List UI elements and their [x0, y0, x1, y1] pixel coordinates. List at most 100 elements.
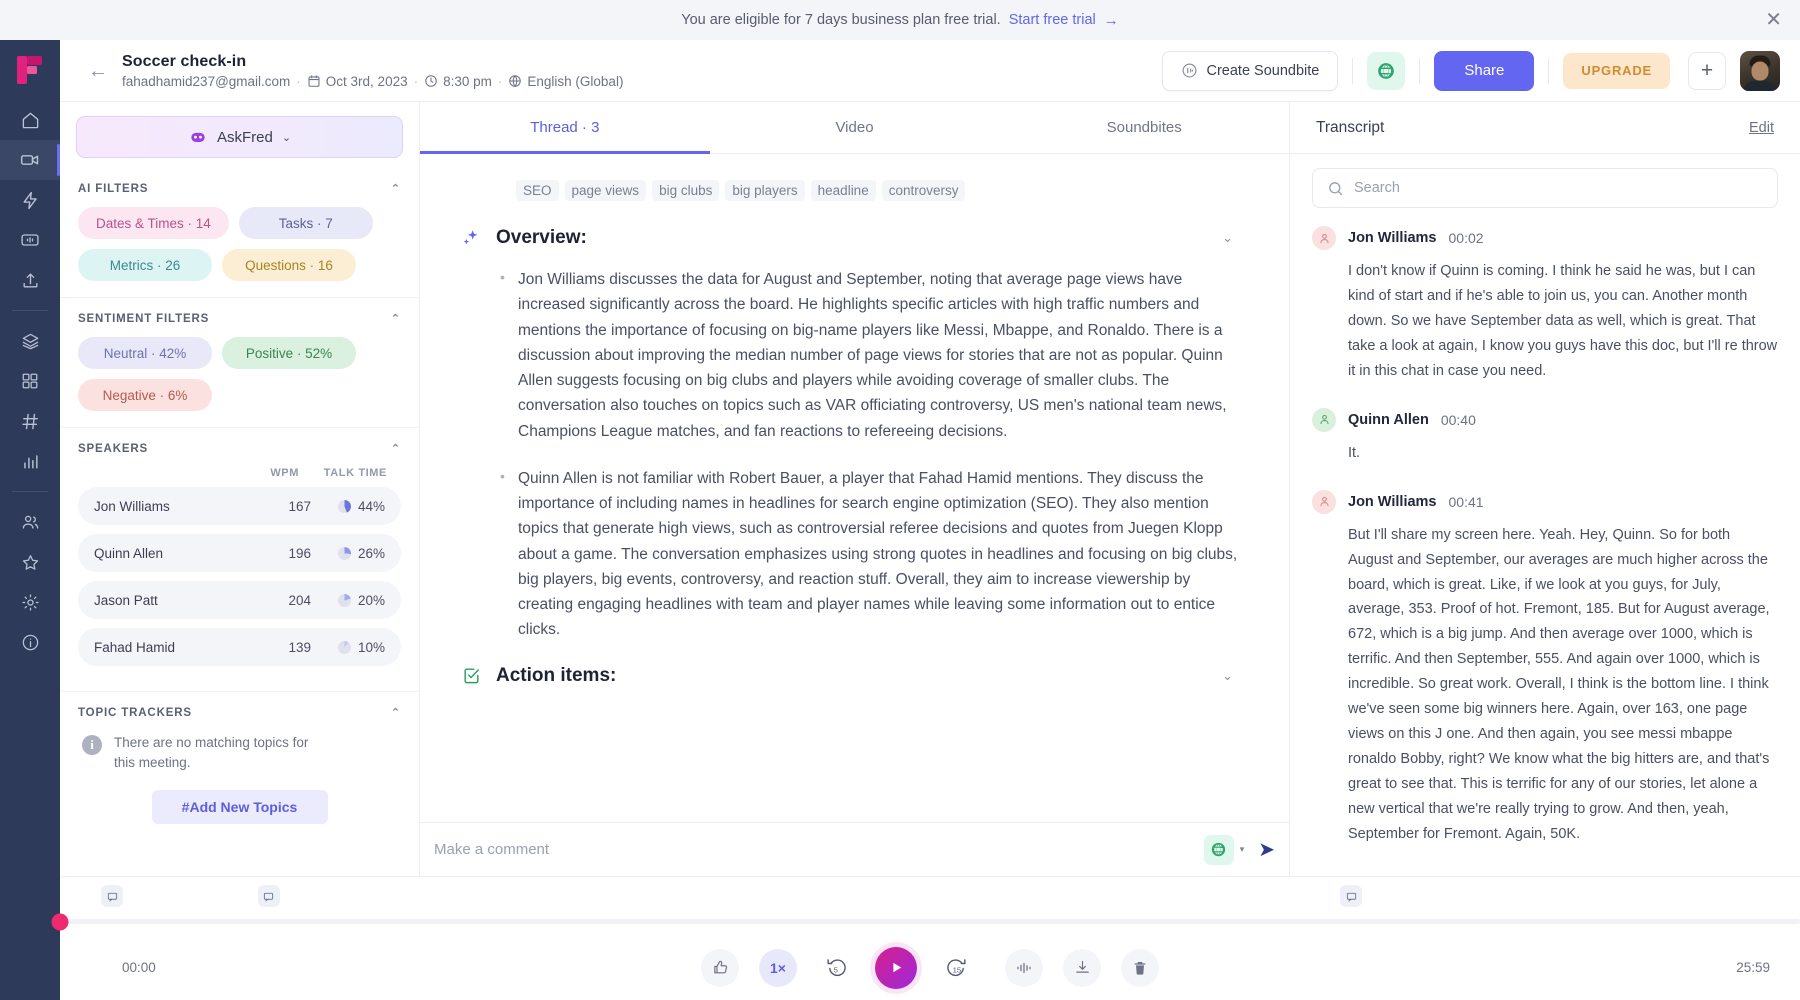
soundbite-icon[interactable]: [0, 220, 60, 260]
meeting-header: ← Soccer check-in fahadhamid237@gmail.co…: [60, 40, 1800, 102]
home-icon[interactable]: [0, 100, 60, 140]
sentiment-chip-0[interactable]: Neutral · 42%: [78, 337, 212, 369]
download-button[interactable]: [1063, 949, 1101, 987]
keyword-tag[interactable]: controversy: [882, 180, 966, 201]
search-input[interactable]: [1354, 180, 1763, 196]
share-button[interactable]: Share: [1434, 51, 1534, 91]
chevron-up-icon[interactable]: ⌃: [391, 312, 401, 325]
talk-time-donut-icon: [338, 641, 351, 654]
ai-filter-chip-1[interactable]: Tasks · 7: [239, 207, 373, 239]
avatar[interactable]: [1740, 51, 1780, 91]
transcript-timestamp[interactable]: 00:41: [1449, 494, 1484, 510]
speaker-talk-time: 44%: [311, 499, 385, 514]
chevron-down-icon[interactable]: ▾: [1240, 844, 1245, 855]
language-globe-button[interactable]: [1367, 52, 1405, 90]
chevron-up-icon[interactable]: ⌃: [391, 442, 401, 455]
sentiment-chip-2[interactable]: Negative · 6%: [78, 379, 212, 411]
transcript-title: Transcript: [1316, 119, 1384, 137]
transcript-segment[interactable]: Jon Williams00:41But I'll share my scree…: [1312, 490, 1778, 847]
progress-track[interactable]: [60, 919, 1800, 924]
layers-icon[interactable]: [0, 321, 60, 361]
transcript-segment[interactable]: Jon Williams00:02I don't know if Quinn i…: [1312, 226, 1778, 384]
transcript-search-box[interactable]: [1312, 168, 1778, 208]
grid-icon[interactable]: [0, 361, 60, 401]
chevron-down-icon: ⌄: [282, 131, 291, 144]
send-comment-button[interactable]: ➤: [1254, 837, 1275, 862]
keyword-tag[interactable]: big clubs: [652, 180, 719, 201]
chevron-down-icon[interactable]: ⌄: [1222, 668, 1239, 684]
keyword-tag[interactable]: headline: [811, 180, 876, 201]
add-new-topics-button[interactable]: #Add New Topics: [152, 790, 328, 824]
chevron-down-icon[interactable]: ⌄: [1222, 230, 1239, 246]
ai-filter-chip-0[interactable]: Dates & Times · 14: [78, 207, 229, 239]
keyword-tag[interactable]: SEO: [516, 180, 559, 201]
ai-filter-chip-3[interactable]: Questions · 16: [222, 249, 356, 281]
timeline-comment-marker[interactable]: [101, 885, 123, 907]
topic-trackers-header: TOPIC TRACKERS ⌃: [78, 706, 401, 719]
people-icon[interactable]: [0, 502, 60, 542]
speaker-row[interactable]: Jason Patt20420%: [78, 581, 401, 619]
overview-bullet: Jon Williams discusses the data for Augu…: [500, 267, 1239, 444]
speaker-wpm: 196: [275, 546, 311, 561]
speakers-col-talktime: TALK TIME: [321, 467, 387, 479]
timeline-comment-marker[interactable]: [1340, 885, 1362, 907]
promo-text: You are eligible for 7 days business pla…: [681, 12, 1000, 28]
start-free-trial-link[interactable]: Start free trial: [1009, 12, 1096, 28]
playback-speed-button[interactable]: 1×: [759, 949, 797, 987]
transcript-segment[interactable]: Quinn Allen00:40It.: [1312, 408, 1778, 466]
speakers-title: SPEAKERS: [78, 443, 148, 455]
talk-time-donut-icon: [338, 500, 351, 513]
analytics-icon[interactable]: [0, 441, 60, 481]
speakers-header: SPEAKERS ⌃: [78, 442, 401, 455]
speaker-row[interactable]: Fahad Hamid13910%: [78, 628, 401, 666]
progress-knob[interactable]: [52, 913, 69, 930]
meta-sep-1: ·: [296, 74, 301, 89]
chevron-up-icon[interactable]: ⌃: [391, 706, 401, 719]
tab-video[interactable]: Video: [710, 102, 1000, 153]
star-icon[interactable]: [0, 542, 60, 582]
close-icon[interactable]: ✕: [1765, 10, 1782, 30]
transcript-speaker-name: Jon Williams: [1348, 494, 1437, 510]
transcript-timestamp[interactable]: 00:40: [1441, 412, 1476, 428]
comment-visibility-globe-button[interactable]: [1204, 835, 1234, 865]
add-button[interactable]: +: [1688, 52, 1726, 90]
info-icon[interactable]: [0, 622, 60, 662]
delete-button[interactable]: [1121, 949, 1159, 987]
header-actions: Create Soundbite Share UPGRADE +: [1162, 51, 1781, 91]
talk-time-value: 20%: [358, 593, 385, 608]
create-soundbite-button[interactable]: Create Soundbite: [1162, 51, 1339, 91]
ai-filter-chip-2[interactable]: Metrics · 26: [78, 249, 212, 281]
svg-text:15: 15: [952, 965, 961, 974]
edit-transcript-button[interactable]: Edit: [1749, 120, 1774, 136]
chevron-up-icon[interactable]: ⌃: [391, 182, 401, 195]
tab-soundbites[interactable]: Soundbites: [999, 102, 1289, 153]
speaker-row[interactable]: Quinn Allen19626%: [78, 534, 401, 572]
play-button[interactable]: [875, 947, 917, 989]
thumbs-up-button[interactable]: [701, 949, 739, 987]
sentiment-chip-1[interactable]: Positive · 52%: [222, 337, 356, 369]
back-button[interactable]: ←: [74, 61, 122, 81]
topic-trackers-title: TOPIC TRACKERS: [78, 707, 192, 719]
video-camera-icon[interactable]: [0, 140, 60, 180]
forward-15-button[interactable]: 15: [937, 949, 975, 987]
rewind-5-button[interactable]: 5: [817, 949, 855, 987]
tab-thread[interactable]: Thread · 3: [420, 102, 710, 153]
waveform-button[interactable]: [1005, 949, 1043, 987]
lightning-icon[interactable]: [0, 180, 60, 220]
keyword-tag[interactable]: page views: [565, 180, 647, 201]
askfred-button[interactable]: AskFred ⌄: [76, 116, 403, 158]
transcript-timestamp[interactable]: 00:02: [1449, 230, 1484, 246]
timeline-comment-marker[interactable]: [258, 885, 280, 907]
upload-icon[interactable]: [0, 260, 60, 300]
speakers-column-headers: WPM TALK TIME: [78, 467, 401, 487]
overview-header: Overview: ⌄: [460, 227, 1239, 249]
keyword-tag[interactable]: big players: [725, 180, 804, 201]
speaker-row[interactable]: Jon Williams16744%: [78, 487, 401, 525]
upgrade-button[interactable]: UPGRADE: [1563, 53, 1670, 89]
gear-icon[interactable]: [0, 582, 60, 622]
hash-icon[interactable]: [0, 401, 60, 441]
comment-input[interactable]: [426, 841, 1204, 858]
speaker-talk-time: 26%: [311, 546, 385, 561]
meeting-meta: fahadhamid237@gmail.com · Oct 3rd, 2023 …: [122, 74, 623, 89]
app-logo[interactable]: [0, 40, 60, 100]
